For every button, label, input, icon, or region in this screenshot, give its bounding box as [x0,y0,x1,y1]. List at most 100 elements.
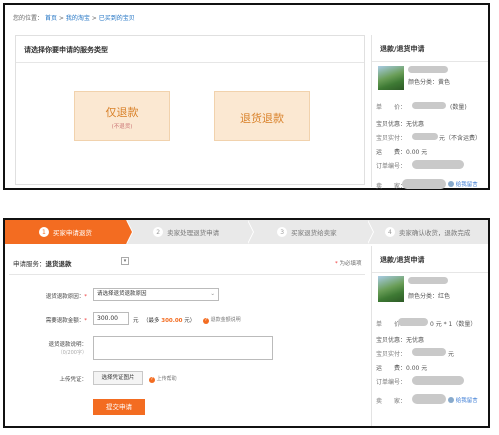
sidebar-title: 退款/退货申请 [380,45,425,53]
wangwang-icon [448,397,454,403]
product-thumbnail[interactable] [378,276,404,302]
description-char-count: （0/200字） [57,350,87,356]
refund-only-subtitle: (不退货) [111,124,133,130]
amount-max-prefix: （最多 [143,318,160,324]
step-number: 1 [38,227,49,237]
seller-name-blurred [412,394,446,404]
breadcrumb-prefix: 您的位置： [13,15,44,22]
required-star: * [335,261,338,267]
step-4: 4 卖家确认收货，退款完成 [367,220,488,244]
discount-row: 宝贝优惠：无优惠 [376,337,425,344]
amount-max-note: （最多 300.00 元） [143,316,195,324]
product-color: 颜色分类：黄色 [408,79,451,86]
product-title-blurred [408,66,448,73]
refund-request-panel: 1 买家申请退货 2 卖家处理退货申请 3 买家退货给卖家 4 卖家确认收货，退… [3,218,490,428]
chevron-down-icon: ⌄ [210,291,215,297]
service-value: 退货退款 [45,260,72,268]
return-refund-option[interactable]: 退货退款 [214,91,310,141]
service-dropdown-toggle[interactable]: ▾ [121,257,129,265]
amount-help-link[interactable]: ? 退款金额说明 [203,316,241,324]
quantity-text: (数量) [450,104,467,111]
breadcrumb: 您的位置： 首页 > 我的淘宝 > 已买到的宝贝 [13,13,135,22]
service-type-heading: 请选择你要申请的服务类型 [24,46,108,54]
order-sidebar: 退款/退货申请 颜色分类：红色 单 价： 0 元 * 1（数量） 宝贝优惠：无优… [371,246,488,426]
step-number: 4 [384,227,395,237]
seller-row: 卖 家： [376,396,406,405]
step-number: 2 [153,227,164,237]
contact-seller-label: 给我留言 [455,182,478,188]
seller-name-blurred [402,179,446,189]
description-textarea[interactable] [93,336,273,360]
step-arrow [246,220,253,244]
amount-label: 需要退款金额：* [17,316,87,324]
required-star: * [84,318,87,324]
sidebar-title: 退款/退货申请 [380,256,425,264]
help-icon: ? [149,377,155,383]
divider [372,61,488,62]
breadcrumb-my-taobao[interactable]: 我的淘宝 [66,15,90,22]
amount-max-value: 300.00 [161,318,183,324]
order-number-row: 订单编号： [376,377,406,386]
required-note-text: 为必填项 [339,261,362,267]
reason-label: 退货退款原因：* [17,292,87,300]
step-1: 1 买家申请退货 [5,220,133,244]
paid-row: 宝贝实付： [376,349,406,358]
reason-label-text: 退货退款原因： [45,294,85,300]
step-label: 卖家确认收货，退款完成 [398,229,471,237]
paid-amount-blurred [412,348,446,356]
upload-label: 上传凭证： [59,377,87,383]
paid-tail: 元（不含运费） [439,135,482,142]
product-color: 颜色分类：红色 [408,293,451,300]
step-label: 买家申请退货 [52,229,92,237]
contact-seller-label: 给我留言 [455,398,478,404]
product-thumbnail[interactable] [378,66,404,90]
step-arrow [367,220,374,244]
step-arrow [125,220,132,244]
paid-amount-blurred [412,133,438,140]
paid-row: 宝贝实付： [376,133,406,142]
description-label: 退货退款说明： [48,342,87,348]
paid-label: 宝贝实付： [376,351,407,358]
progress-steps: 1 买家申请退货 2 卖家处理退货申请 3 买家退货给卖家 4 卖家确认收货，退… [5,220,488,244]
step-label: 买家退货给卖家 [291,229,337,237]
service-label: 申请服务： [13,260,46,268]
amount-max-suffix: 元） [184,318,196,324]
order-number-row: 订单编号： [376,161,406,170]
step-label: 卖家处理退货申请 [167,229,220,237]
divider [16,62,364,63]
shipping-row: 运 费：0.00 元 [376,365,428,372]
divider [372,272,488,273]
unit-price-label: 单 价： [376,104,407,111]
step-number: 3 [277,227,288,237]
choose-image-button[interactable]: 选择凭证图片 [93,371,143,385]
order-number-label: 订单编号： [376,163,407,170]
refund-only-option[interactable]: 仅退款 (不退货) [74,91,170,141]
shipping-row: 运 费：0.00 元 [376,149,428,156]
service-row: 申请服务：退货退款 [13,258,72,268]
breadcrumb-home[interactable]: 首页 [45,15,57,22]
step-3: 3 买家退货给卖家 [246,220,375,244]
submit-button[interactable]: 提交申请 [93,399,145,415]
required-note: * 为必填项 [335,259,362,267]
return-refund-title: 退货退款 [240,112,284,125]
order-number-label: 订单编号： [376,379,407,386]
discount-row: 宝贝优惠：无优惠 [376,121,425,128]
amount-help-text: 退款金额说明 [210,317,241,323]
unit-price-blurred [398,318,428,326]
reason-placeholder: 请选择退货退款原因 [97,291,147,297]
divider [9,274,365,275]
reason-select[interactable]: 请选择退货退款原因 ⌄ [93,288,219,301]
amount-unit: 元 [133,318,139,324]
contact-seller-link[interactable]: 给我留言 [448,396,478,404]
paid-label: 宝贝实付： [376,135,407,142]
required-star: * [84,294,87,300]
upload-help-link[interactable]: ? 上传帮助 [149,375,177,383]
breadcrumb-bought-items[interactable]: 已买到的宝贝 [99,15,135,22]
seller-label: 卖 家： [376,398,407,405]
refund-form: 申请服务：退货退款 ▾ * 为必填项 退货退款原因：* 请选择退货退款原因 ⌄ … [9,250,365,422]
refund-amount-input[interactable]: 300.00 [93,312,129,325]
contact-seller-link[interactable]: 给我留言 [448,180,478,188]
paid-tail: 元 [448,351,455,358]
breadcrumb-sep: > [58,15,66,22]
order-number-blurred [412,376,464,385]
